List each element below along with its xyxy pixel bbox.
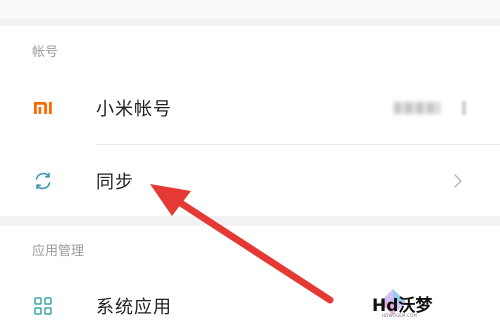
row-mi-account[interactable]: 小米帐号 [0,73,500,143]
account-value-blurred [394,102,440,114]
system-apps-label: 系统应用 [96,297,172,318]
account-chevron-blurred [462,101,466,115]
row-sync[interactable]: 同步 [0,146,500,216]
sync-icon [32,170,54,192]
apps-grid-icon [32,295,54,317]
mi-account-label: 小米帐号 [96,99,172,120]
section-header-account: 帐号 [32,45,59,60]
sync-label: 同步 [96,172,134,193]
mi-logo-icon [32,97,54,119]
watermark-logo: Hd沃梦 HDWOGEM.COM [372,287,434,321]
chevron-right-icon [452,173,464,189]
account-section: 帐号 小米帐号 同步 [0,26,500,216]
divider [96,144,500,145]
top-strip [0,0,500,18]
section-header-apps: 应用管理 [32,244,85,259]
watermark-subtext: HDWOGEM.COM [382,313,418,318]
